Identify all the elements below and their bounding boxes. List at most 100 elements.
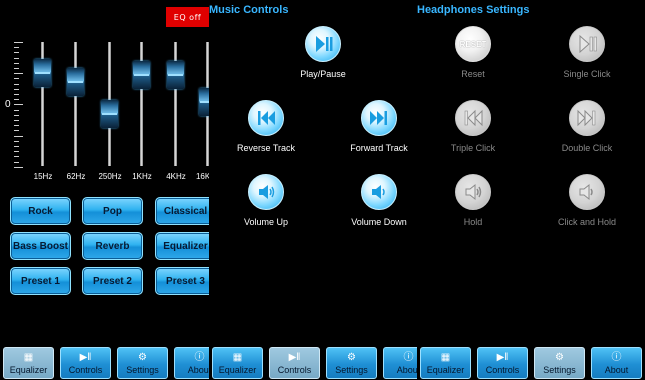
- scale-tick: [14, 135, 23, 137]
- scale-tick: [14, 104, 23, 106]
- tab-settings[interactable]: ⚙ Settings: [117, 347, 168, 379]
- rewind-icon[interactable]: [248, 100, 284, 136]
- scale-tick: [14, 109, 19, 111]
- eq-slider-thumb[interactable]: [67, 67, 84, 96]
- preset-bass-boost-button[interactable]: Bass Boost: [10, 232, 71, 260]
- preset-classical-button[interactable]: Classical: [155, 197, 209, 225]
- volume-down-control[interactable]: Volume Down: [334, 174, 417, 227]
- eq-slider[interactable]: [164, 42, 188, 166]
- eq-slider[interactable]: [196, 42, 209, 166]
- play-pause-control[interactable]: Play/Pause: [278, 26, 368, 79]
- scale-tick: [14, 83, 19, 85]
- scale-tick: [14, 62, 19, 64]
- play-pause-icon: ▶‖: [79, 352, 92, 363]
- scale-tick: [14, 73, 23, 75]
- preset-2-button[interactable]: Preset 2: [82, 267, 143, 295]
- double-click-label: Double Click: [561, 143, 613, 153]
- fast-forward-icon[interactable]: [569, 100, 605, 136]
- tab-equalizer[interactable]: ▦ Equalizer: [3, 347, 54, 379]
- scale-tick: [14, 47, 19, 49]
- scale-tick: [14, 42, 23, 43]
- tab-equalizer[interactable]: ▦ Equalizer: [420, 347, 471, 379]
- tab-controls[interactable]: ▶‖ Controls: [60, 347, 111, 379]
- eq-slider-thumb[interactable]: [101, 99, 118, 128]
- reset-control[interactable]: RESET Reset: [428, 26, 518, 79]
- eq-slider-thumb[interactable]: [167, 61, 184, 90]
- music-controls-panel: Music Controls Play/Pause Reverse Track …: [209, 0, 417, 380]
- eq-band-frequency-label: 62Hz: [66, 172, 86, 181]
- play-pause-icon[interactable]: [569, 26, 605, 62]
- fast-forward-icon[interactable]: [361, 100, 397, 136]
- preset-1-button[interactable]: Preset 1: [10, 267, 71, 295]
- gear-icon: ⚙: [138, 352, 147, 363]
- preset-pop-button[interactable]: Pop: [82, 197, 143, 225]
- rewind-icon[interactable]: [455, 100, 491, 136]
- preset-3-button[interactable]: Preset 3: [155, 267, 209, 295]
- tab-about[interactable]: ⓘ About: [383, 347, 417, 379]
- eq-band-frequency-label: 4KHz: [166, 172, 186, 181]
- music-controls-title: Music Controls: [209, 4, 289, 16]
- volume-up-control[interactable]: Volume Up: [221, 174, 311, 227]
- click-and-hold-control[interactable]: Click and Hold: [542, 174, 632, 227]
- scale-tick: [14, 78, 19, 80]
- volume-up-icon[interactable]: [248, 174, 284, 210]
- preset-reverb-button[interactable]: Reverb: [82, 232, 143, 260]
- tab-settings[interactable]: ⚙ Settings: [326, 347, 377, 379]
- scale-tick: [14, 94, 19, 95]
- reset-icon[interactable]: RESET: [455, 26, 491, 62]
- eq-scale: [14, 42, 24, 170]
- scale-tick: [14, 68, 19, 69]
- scale-tick: [14, 88, 19, 90]
- gear-icon: ⚙: [347, 352, 356, 363]
- equalizer-icon: ▦: [232, 352, 243, 363]
- eq-slider-thumb[interactable]: [34, 59, 51, 88]
- forward-track-control[interactable]: Forward Track: [334, 100, 417, 153]
- reverse-track-control[interactable]: Reverse Track: [221, 100, 311, 153]
- eq-slider[interactable]: [31, 42, 55, 166]
- volume-down-icon[interactable]: [569, 174, 605, 210]
- eq-toggle-button[interactable]: EQ off: [166, 7, 209, 27]
- single-click-label: Single Click: [563, 69, 611, 79]
- scale-tick: [14, 114, 19, 116]
- tab-about[interactable]: ⓘ About: [591, 347, 642, 379]
- eq-slider[interactable]: [64, 42, 88, 166]
- volume-down-icon[interactable]: [361, 174, 397, 210]
- tab-controls[interactable]: ▶‖ Controls: [269, 347, 320, 379]
- tab-settings[interactable]: ⚙ Settings: [534, 347, 585, 379]
- forward-track-label: Forward Track: [350, 143, 408, 153]
- scale-tick: [14, 57, 19, 59]
- hold-control[interactable]: Hold: [428, 174, 518, 227]
- preset-rock-button[interactable]: Rock: [10, 197, 71, 225]
- eq-slider[interactable]: [130, 42, 154, 166]
- gear-icon: ⚙: [555, 352, 564, 363]
- play-pause-icon[interactable]: [305, 26, 341, 62]
- headphones-settings-panel: Headphones Settings RESET Reset Single C…: [417, 0, 645, 380]
- scale-tick: [14, 140, 19, 142]
- equalizer-icon: ▦: [440, 352, 451, 363]
- scale-tick: [14, 120, 19, 121]
- click-and-hold-label: Click and Hold: [557, 217, 617, 227]
- eq-slider-track: [74, 42, 77, 166]
- volume-up-icon[interactable]: [455, 174, 491, 210]
- equalizer-panel: EQ off 0 15Hz 62Hz 250Hz 1KHz 4KHz 16KHz Rock…: [0, 0, 209, 380]
- scale-tick: [14, 99, 19, 101]
- eq-slider-thumb[interactable]: [133, 61, 150, 90]
- scale-tick: [14, 151, 19, 153]
- scale-tick: [14, 156, 19, 158]
- scale-tick: [14, 130, 19, 132]
- single-click-control[interactable]: Single Click: [542, 26, 632, 79]
- tab-about[interactable]: ⓘ About: [174, 347, 209, 379]
- tab-controls[interactable]: ▶‖ Controls: [477, 347, 528, 379]
- scale-tick: [14, 146, 19, 147]
- volume-down-label: Volume Down: [351, 217, 407, 227]
- triple-click-control[interactable]: Triple Click: [428, 100, 518, 153]
- tab-equalizer[interactable]: ▦ Equalizer: [212, 347, 263, 379]
- eq-band-frequency-label: 250Hz: [98, 172, 122, 181]
- eq-band-frequency-label: 1KHz: [132, 172, 152, 181]
- eq-slider[interactable]: [98, 42, 122, 166]
- eq-slider-thumb[interactable]: [199, 88, 209, 117]
- hold-label: Hold: [463, 217, 483, 227]
- double-click-control[interactable]: Double Click: [542, 100, 632, 153]
- eq-band-frequency-label: 15Hz: [33, 172, 53, 181]
- preset-equalizer-button[interactable]: Equalizer: [155, 232, 209, 260]
